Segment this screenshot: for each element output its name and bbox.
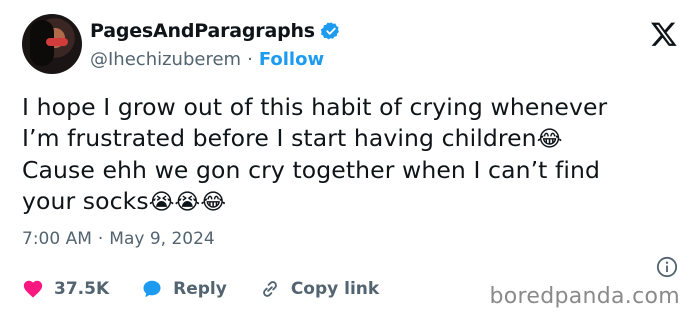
date: May 9, 2024 [109, 229, 215, 249]
handle-row: @Ihechizuberem · Follow [90, 49, 324, 70]
author-name-row: PagesAndParagraphs [90, 20, 341, 42]
handle[interactable]: @Ihechizuberem [90, 49, 241, 70]
link-icon [262, 281, 277, 297]
copy-link-label: Copy link [290, 279, 380, 299]
tweet-card: PagesAndParagraphs @Ihechizuberem · Foll… [0, 0, 700, 318]
reply-label: Reply [173, 279, 227, 299]
like-button[interactable]: 37.5K [22, 278, 109, 300]
copy-link-button[interactable]: Copy link [259, 278, 379, 300]
watermark: boredpanda.com [489, 284, 680, 309]
laughing-emoji: 😂 [536, 127, 563, 152]
x-logo-icon[interactable] [650, 20, 678, 48]
action-bar: 37.5K Reply Copy link [22, 278, 411, 300]
reply-button[interactable]: Reply [141, 278, 227, 300]
likes-count: 37.5K [54, 279, 110, 299]
handle-separator: · [247, 49, 253, 70]
display-name[interactable]: PagesAndParagraphs [90, 20, 315, 42]
tweet-line-1: I hope I grow out of this habit of cryin… [22, 93, 608, 121]
tweet-line-2: I’m frustrated before I start having chi… [22, 124, 563, 152]
timestamp[interactable]: 7:00 AM · May 9, 2024 [22, 229, 215, 249]
reply-bubble-icon [143, 280, 161, 298]
crying-laughing-emojis: 😭😭😂 [148, 190, 227, 215]
verified-badge-icon [320, 22, 339, 40]
tweet-line-3: Cause ehh we gon cry together when I can… [22, 156, 601, 184]
avatar[interactable] [22, 14, 82, 74]
tweet-line-4: your socks😭😭😂 [22, 187, 227, 215]
time: 7:00 AM [22, 229, 92, 249]
heart-icon [23, 280, 43, 298]
follow-button[interactable]: Follow [259, 49, 324, 70]
avatar-glasses [46, 38, 68, 46]
time-separator: · [97, 229, 104, 249]
tweet-text: I hope I grow out of this habit of cryin… [22, 92, 682, 218]
info-icon[interactable] [656, 256, 678, 278]
